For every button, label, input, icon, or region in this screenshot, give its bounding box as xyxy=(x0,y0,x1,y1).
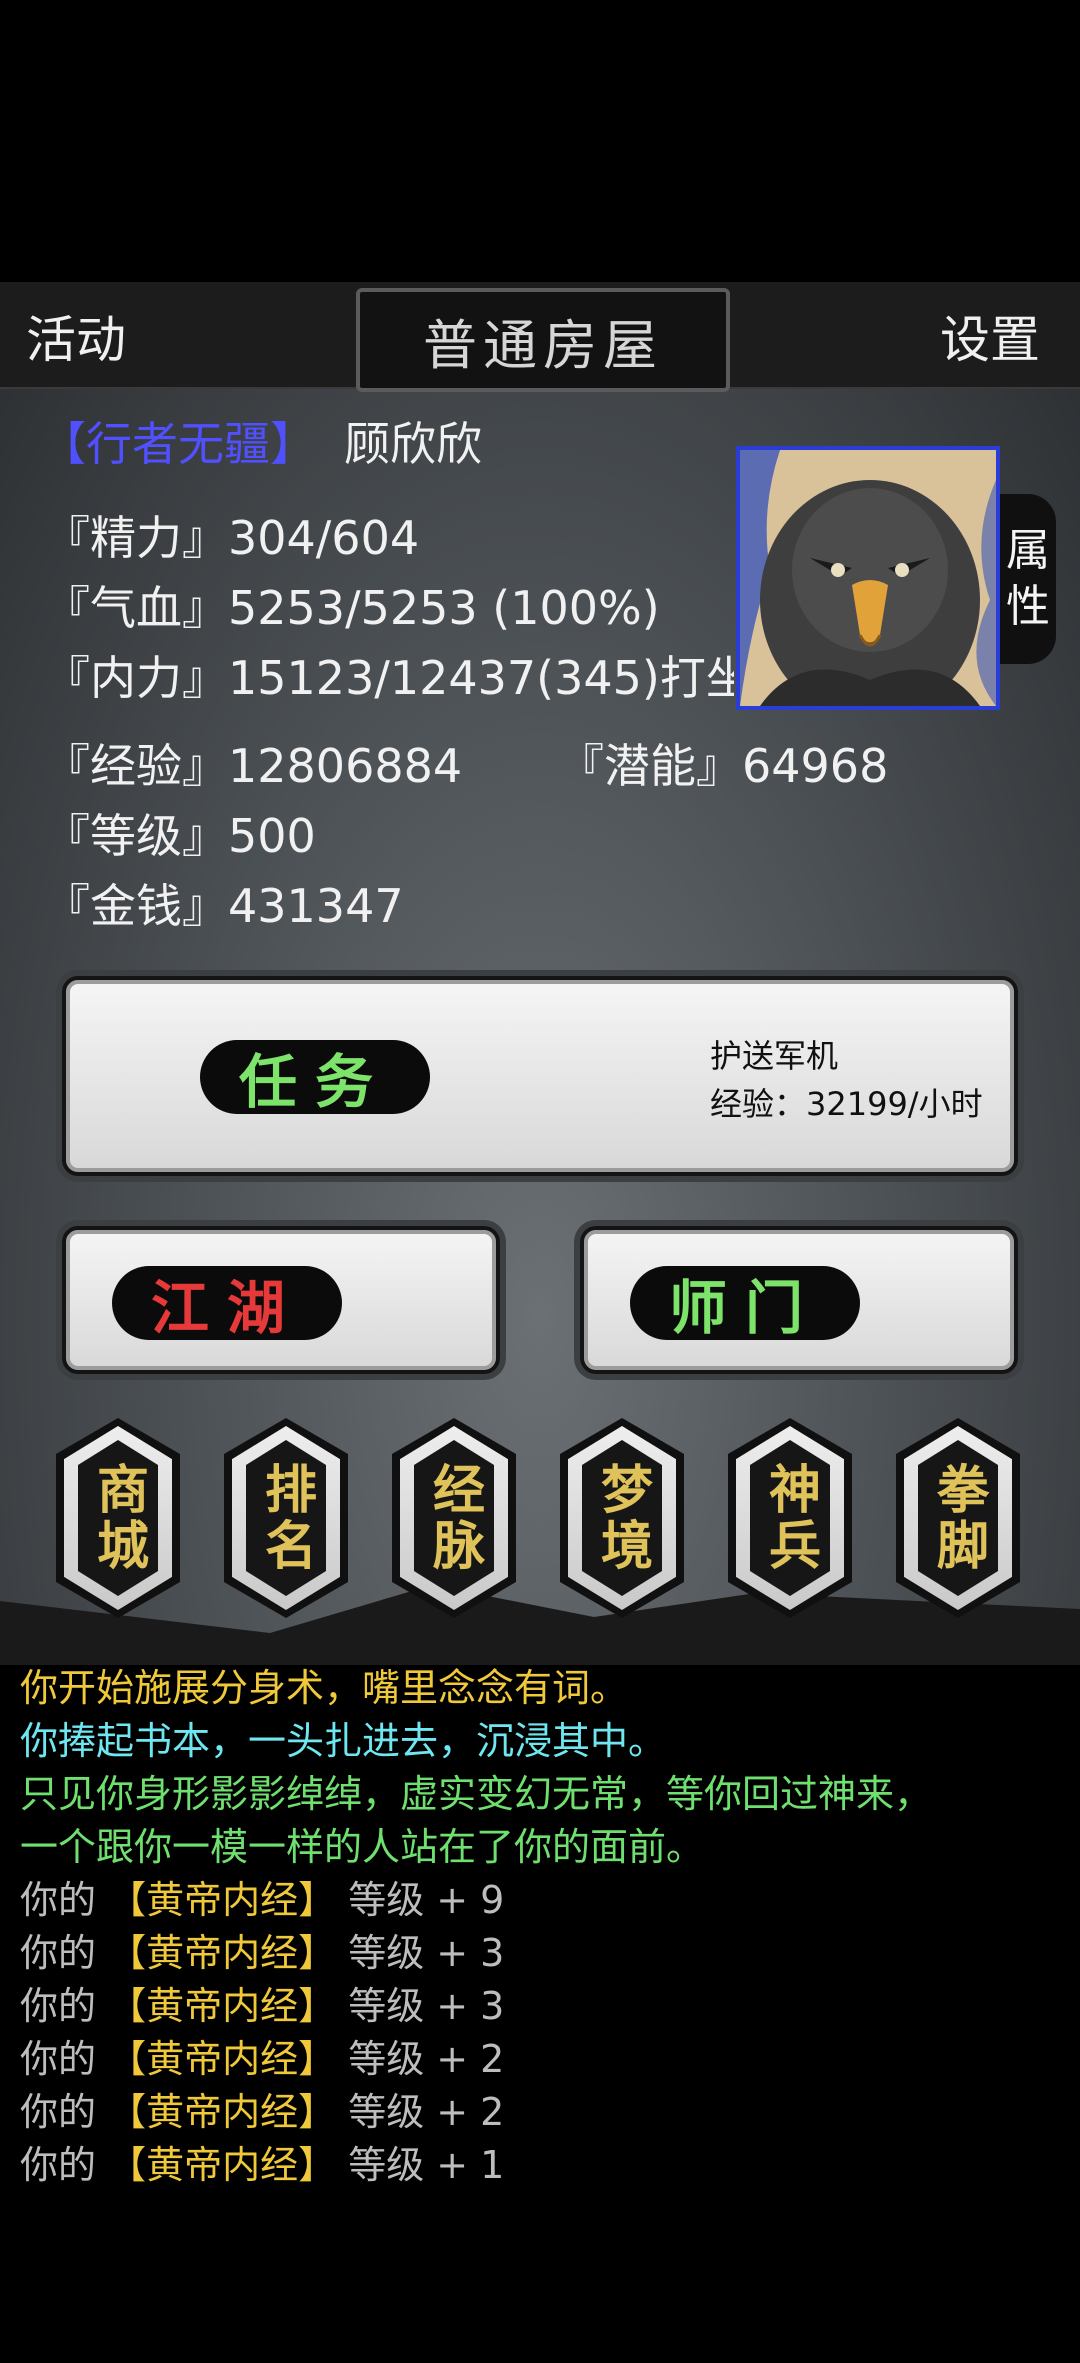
stat-energy: 『精力』304/604 xyxy=(44,511,420,565)
menu-shop-button[interactable]: 商城 xyxy=(56,1418,180,1618)
player-title-badge: 【行者无疆】 xyxy=(40,417,316,471)
location-title: 普通房屋 xyxy=(356,288,730,392)
jianghu-button[interactable]: 江湖 xyxy=(62,1226,500,1374)
log-suffix: 等级 + 3 xyxy=(336,1984,505,2028)
log-skill-name: 【黄帝内经】 xyxy=(108,2090,337,2134)
log-suffix: 等级 + 9 xyxy=(336,1878,505,1922)
stat-money: 『金钱』431347 xyxy=(44,879,404,933)
menu-meridian-label: 经脉 xyxy=(414,1440,494,1596)
log-skill-name: 【黄帝内经】 xyxy=(108,2037,337,2081)
stat-level: 『等级』500 xyxy=(44,809,316,863)
log-skill-name: 【黄帝内经】 xyxy=(108,2143,337,2187)
quest-info: 护送军机 经验：32199/小时 xyxy=(710,1032,983,1128)
message-log: 你开始施展分身术，嘴里念念有词。 你捧起书本，一头扎进去，沉浸其中。 只见你身形… xyxy=(20,1662,1060,2192)
jianghu-label: 江湖 xyxy=(112,1266,342,1342)
menu-meridian-frame: 经脉 xyxy=(400,1426,508,1610)
activity-button[interactable]: 活动 xyxy=(26,300,126,372)
menu-fist-label: 拳脚 xyxy=(918,1440,998,1596)
log-prefix: 你的 xyxy=(20,1931,109,1975)
player-name: 顾欣欣 xyxy=(344,417,482,471)
menu-shop-frame: 商城 xyxy=(64,1426,172,1610)
log-prefix: 你的 xyxy=(20,1984,109,2028)
log-line: 你开始施展分身术，嘴里念念有词。 xyxy=(20,1666,629,1710)
log-prefix: 你的 xyxy=(20,2143,109,2187)
log-line: 你捧起书本，一头扎进去，沉浸其中。 xyxy=(20,1719,667,1763)
menu-dream-frame: 梦境 xyxy=(568,1426,676,1610)
stat-inner-power: 『内力』15123/12437(345)打坐 xyxy=(44,651,734,705)
stat-health: 『气血』5253/5253 (100%) xyxy=(44,581,660,635)
log-skill-name: 【黄帝内经】 xyxy=(108,1878,337,1922)
log-prefix: 你的 xyxy=(20,2037,109,2081)
log-line: 你的 【黄帝内经】 等级 + 2 xyxy=(20,2033,1060,2086)
log-line: 你的 【黄帝内经】 等级 + 1 xyxy=(20,2139,1060,2192)
log-line: 只见你身形影影绰绰，虚实变幻无常，等你回过神来， xyxy=(20,1772,933,1816)
log-line: 你的 【黄帝内经】 等级 + 2 xyxy=(20,2086,1060,2139)
log-skill-name: 【黄帝内经】 xyxy=(108,1931,337,1975)
log-suffix: 等级 + 1 xyxy=(336,2143,505,2187)
stat-potential: 『潜能』64968 xyxy=(558,739,889,793)
menu-dream-label: 梦境 xyxy=(582,1440,662,1596)
menu-fist-frame: 拳脚 xyxy=(904,1426,1012,1610)
menu-weapon-label: 神兵 xyxy=(750,1440,830,1596)
log-line: 你的 【黄帝内经】 等级 + 3 xyxy=(20,1927,1060,1980)
quest-label: 任务 xyxy=(200,1040,430,1116)
log-line: 你的 【黄帝内经】 等级 + 9 xyxy=(20,1874,1060,1927)
menu-weapon-frame: 神兵 xyxy=(736,1426,844,1610)
attributes-tab-char-2: 性 xyxy=(1006,581,1050,632)
player-avatar[interactable] xyxy=(736,446,1000,710)
menu-ranking-frame: 排名 xyxy=(232,1426,340,1610)
menu-weapon-button[interactable]: 神兵 xyxy=(728,1418,852,1618)
log-prefix: 你的 xyxy=(20,1878,109,1922)
menu-ranking-button[interactable]: 排名 xyxy=(224,1418,348,1618)
quest-name: 护送军机 xyxy=(710,1037,839,1075)
log-line: 你的 【黄帝内经】 等级 + 3 xyxy=(20,1980,1060,2033)
quest-exp-rate: 经验：32199/小时 xyxy=(710,1085,983,1123)
log-suffix: 等级 + 2 xyxy=(336,2037,505,2081)
sect-label: 师门 xyxy=(630,1266,860,1342)
menu-fist-button[interactable]: 拳脚 xyxy=(896,1418,1020,1618)
log-suffix: 等级 + 3 xyxy=(336,1931,505,1975)
log-prefix: 你的 xyxy=(20,2090,109,2134)
menu-dream-button[interactable]: 梦境 xyxy=(560,1418,684,1618)
log-suffix: 等级 + 2 xyxy=(336,2090,505,2134)
log-skill-name: 【黄帝内经】 xyxy=(108,1984,337,2028)
menu-shop-label: 商城 xyxy=(78,1440,158,1596)
attributes-tab-char-1: 属 xyxy=(1006,525,1050,576)
menu-meridian-button[interactable]: 经脉 xyxy=(392,1418,516,1618)
quest-button[interactable]: 任务 护送军机 经验：32199/小时 xyxy=(62,976,1018,1176)
eagle-portrait-icon xyxy=(740,450,996,706)
stat-experience: 『经验』12806884 xyxy=(44,739,463,793)
menu-ranking-label: 排名 xyxy=(246,1440,326,1596)
settings-button[interactable]: 设置 xyxy=(940,300,1040,372)
log-line: 一个跟你一模一样的人站在了你的面前。 xyxy=(20,1825,705,1869)
attributes-tab[interactable]: 属 性 xyxy=(1000,494,1056,664)
sect-button[interactable]: 师门 xyxy=(580,1226,1018,1374)
